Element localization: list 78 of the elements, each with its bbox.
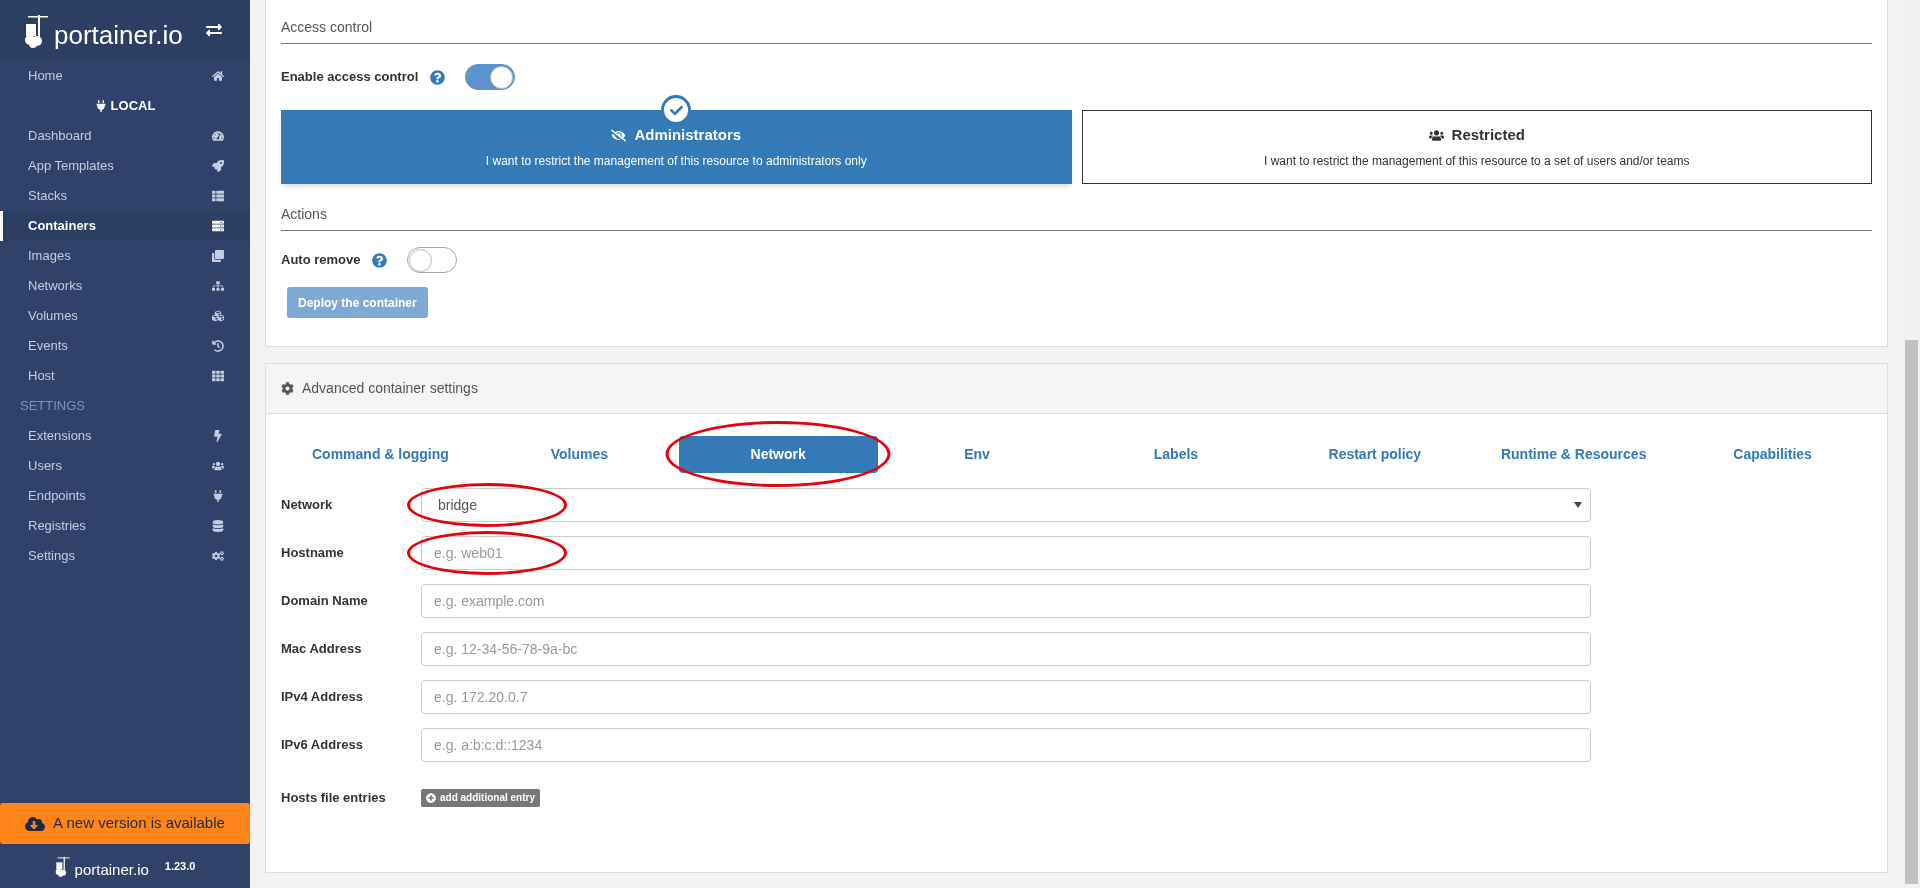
clone-icon: [212, 250, 224, 262]
access-option-card[interactable]: Restricted I want to restrict the management of this resource to a set of users and/or teams: [1081, 110, 1872, 184]
update-banner[interactable]: A new version is available: [0, 803, 250, 844]
settings-icon: [281, 382, 294, 395]
field-label: IPv4 Address: [281, 688, 364, 707]
caret-icon: [1574, 502, 1582, 508]
grid-icon: [212, 370, 224, 382]
settings-icon: [212, 550, 224, 562]
plug-icon: [94, 100, 107, 112]
sitemap-icon: [212, 280, 224, 292]
plus-icon: [426, 792, 436, 803]
plug-icon: [212, 490, 224, 502]
version-text: 1.23.0: [164, 858, 196, 874]
endpoint-name: LOCAL: [110, 97, 156, 116]
sidebar-item[interactable]: Endpoints: [0, 481, 250, 511]
dashboard-icon: [212, 130, 224, 142]
crane-logo-icon: [24, 12, 50, 48]
input-field[interactable]: e.g. 172.20.0.7: [421, 680, 1591, 714]
help-icon[interactable]: [430, 69, 446, 85]
field-label: Hostname: [281, 544, 345, 563]
sidebar-item[interactable]: Images: [0, 241, 250, 271]
field-label: Mac Address: [281, 640, 363, 659]
sidebar-item[interactable]: Extensions: [0, 421, 250, 451]
tab[interactable]: Labels: [1076, 435, 1276, 473]
home-icon: [212, 70, 224, 82]
toggle-switch[interactable]: [407, 247, 458, 273]
brand-name: portainer.io: [54, 22, 183, 48]
sidebar-item[interactable]: Stacks: [0, 181, 250, 211]
sidebar-item[interactable]: Settings: [0, 541, 250, 571]
field-label: Network: [281, 496, 334, 515]
tab[interactable]: Volumes: [479, 435, 679, 473]
brand-name: portainer.io: [74, 862, 149, 877]
switch-icon[interactable]: [206, 22, 222, 38]
eye-slash-icon: [611, 127, 627, 143]
input-field[interactable]: e.g. example.com: [421, 584, 1591, 618]
section-heading: SETTINGS: [20, 397, 85, 416]
field-label: IPv6 Address: [281, 736, 364, 755]
tab[interactable]: Network: [678, 435, 878, 473]
input-field[interactable]: e.g. a:b:c:d::1234: [421, 728, 1591, 762]
input-field[interactable]: e.g. web01: [421, 536, 1591, 570]
section-heading: Actions: [281, 206, 327, 222]
cubes-icon: [212, 310, 224, 322]
tab[interactable]: Command & logging: [281, 435, 480, 473]
section-heading: Access control: [281, 19, 373, 35]
field-label: Hosts file entries: [281, 789, 387, 807]
add-entry-button[interactable]: add additional entry: [421, 788, 540, 807]
field-label: Enable access control: [281, 68, 419, 87]
list-icon: [212, 190, 224, 202]
database-icon: [212, 520, 224, 532]
network-select[interactable]: bridge: [421, 488, 1591, 522]
tab[interactable]: Runtime & Resources: [1474, 435, 1674, 473]
sidebar-item[interactable]: Events: [0, 331, 250, 361]
sidebar-item[interactable]: Host: [0, 361, 250, 391]
panel-title: Advanced container settings: [302, 379, 478, 398]
sidebar-item[interactable]: Networks: [0, 271, 250, 301]
sidebar-item[interactable]: App Templates: [0, 151, 250, 181]
sidebar-item[interactable]: Containers: [0, 211, 250, 241]
users-icon: [212, 460, 224, 472]
toggle-switch[interactable]: [465, 64, 516, 90]
sidebar-item[interactable]: Registries: [0, 511, 250, 541]
tab[interactable]: Capabilities: [1673, 435, 1872, 473]
access-option-card[interactable]: Administrators I want to restrict the management of this resource to administrators only: [281, 110, 1072, 184]
field-label: Auto remove: [281, 251, 361, 270]
history-icon: [212, 340, 224, 352]
help-icon[interactable]: [372, 252, 388, 268]
users-icon: [1428, 127, 1444, 143]
field-label: Domain Name: [281, 592, 369, 611]
input-field[interactable]: e.g. 12-34-56-78-9a-bc: [421, 632, 1591, 666]
sidebar-item[interactable]: Home: [0, 61, 250, 91]
sidebar-item[interactable]: Users: [0, 451, 250, 481]
server-icon: [212, 220, 224, 232]
rocket-icon: [212, 160, 224, 172]
bolt-icon: [212, 430, 224, 442]
crane-logo-icon: [54, 855, 71, 877]
sidebar-item[interactable]: Volumes: [0, 301, 250, 331]
sidebar-item[interactable]: Dashboard: [0, 121, 250, 151]
tab[interactable]: Restart policy: [1275, 435, 1475, 473]
tab[interactable]: Env: [877, 435, 1077, 473]
